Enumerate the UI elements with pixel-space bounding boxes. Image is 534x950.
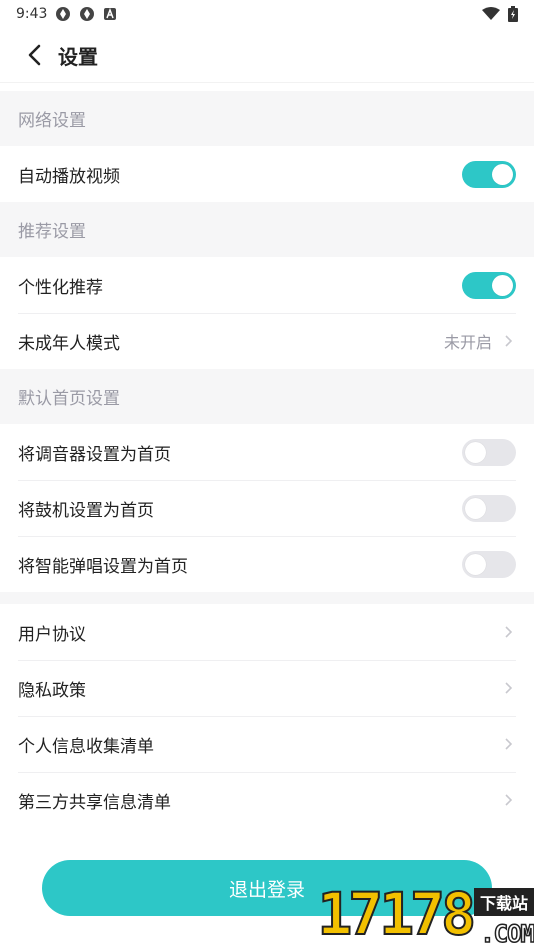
tuner-home-toggle[interactable]	[462, 438, 516, 466]
drum-home-label: 将鼓机设置为首页	[18, 500, 154, 521]
personal-info-list-row[interactable]: 个人信息收集清单	[0, 716, 534, 772]
third-party-share-list-label: 第三方共享信息清单	[18, 792, 171, 813]
status-time: 9:43	[16, 6, 48, 22]
toggle-knob	[492, 163, 513, 185]
autoplay-video-toggle[interactable]	[462, 160, 516, 188]
privacy-policy-label: 隐私政策	[18, 680, 86, 701]
minor-mode-value: 未开启	[443, 333, 492, 352]
toggle-knob	[465, 497, 486, 519]
minor-mode-right: 未开启	[444, 329, 516, 353]
chevron-right-icon	[504, 626, 516, 638]
a-icon	[103, 7, 117, 21]
status-bar: 9:43	[0, 0, 534, 28]
chevron-right-icon	[504, 682, 516, 694]
chevron-right-icon	[504, 794, 516, 806]
section-network-title: 网络设置	[0, 91, 534, 146]
chevron-left-icon	[28, 44, 41, 66]
privacy-policy-row[interactable]: 隐私政策	[0, 660, 534, 716]
chevron-right-icon	[504, 335, 516, 347]
minor-mode-label: 未成年人模式	[18, 333, 120, 354]
smart-play-home-row: 将智能弹唱设置为首页	[0, 536, 534, 592]
tuner-home-label: 将调音器设置为首页	[18, 444, 171, 465]
page-title: 设置	[58, 44, 98, 69]
status-right	[482, 6, 518, 22]
header: 设置	[0, 28, 534, 82]
autoplay-video-label: 自动播放视频	[18, 166, 120, 187]
header-divider	[0, 82, 534, 91]
minor-mode-row[interactable]: 未成年人模式 未开启	[0, 313, 534, 369]
app-icon-2	[79, 6, 95, 22]
toggle-knob	[465, 441, 486, 463]
battery-icon	[508, 6, 518, 22]
status-left: 9:43	[16, 6, 117, 22]
drum-home-row: 将鼓机设置为首页	[0, 480, 534, 536]
user-agreement-label: 用户协议	[18, 624, 86, 645]
smart-play-home-toggle[interactable]	[462, 550, 516, 578]
personalized-recommend-toggle[interactable]	[462, 271, 516, 299]
drum-home-toggle[interactable]	[462, 494, 516, 522]
logout-button[interactable]: 退出登录	[42, 860, 492, 916]
user-agreement-row[interactable]: 用户协议	[0, 604, 534, 660]
back-button[interactable]	[20, 41, 48, 69]
app-icon-1	[55, 6, 71, 22]
section-recommend-title: 推荐设置	[0, 202, 534, 257]
logout-wrap: 退出登录	[0, 860, 534, 916]
toggle-knob	[492, 274, 513, 296]
personal-info-list-label: 个人信息收集清单	[18, 736, 154, 757]
autoplay-video-row: 自动播放视频	[0, 146, 534, 202]
section-default-home-title: 默认首页设置	[0, 369, 534, 424]
wifi-icon	[482, 7, 500, 21]
third-party-share-list-row[interactable]: 第三方共享信息清单	[0, 772, 534, 828]
personalized-recommend-label: 个性化推荐	[18, 277, 103, 298]
personalized-recommend-row: 个性化推荐	[0, 257, 534, 313]
section-spacer	[0, 592, 534, 604]
watermark-domain: .COM	[479, 919, 534, 949]
tuner-home-row: 将调音器设置为首页	[0, 424, 534, 480]
chevron-right-icon	[504, 738, 516, 750]
toggle-knob	[465, 553, 486, 575]
smart-play-home-label: 将智能弹唱设置为首页	[18, 556, 188, 577]
